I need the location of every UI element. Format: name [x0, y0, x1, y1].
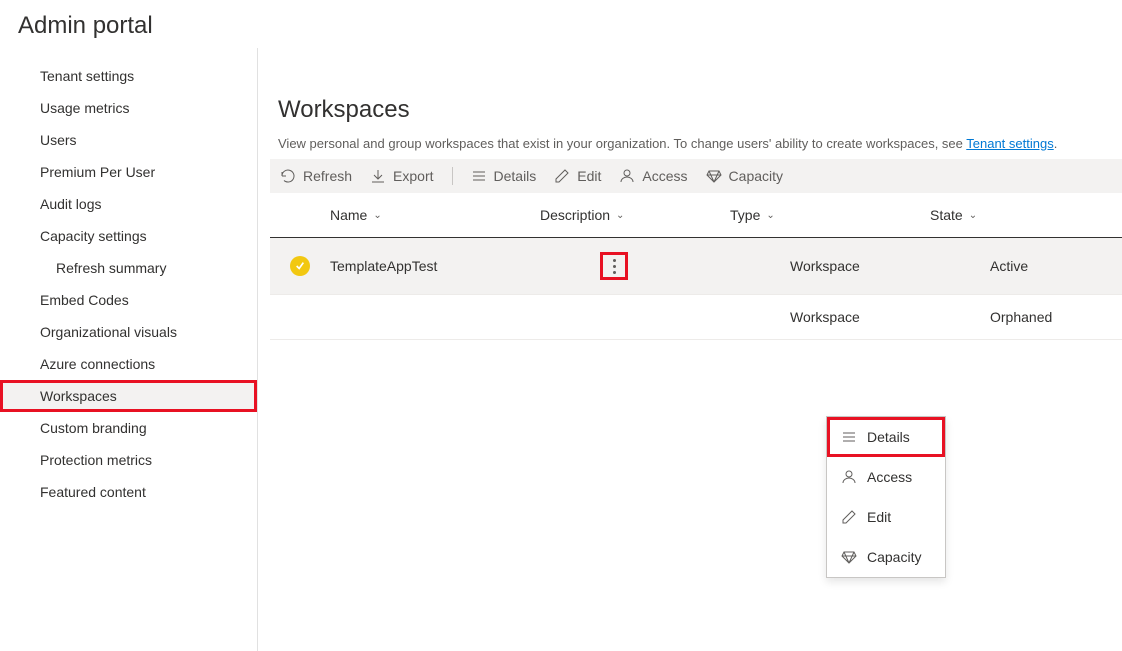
sidebar-item-protection-metrics[interactable]: Protection metrics — [0, 444, 257, 476]
person-icon — [619, 168, 635, 184]
column-name-label: Name — [330, 207, 367, 223]
column-name[interactable]: Name ⌄ — [270, 207, 540, 223]
column-state-label: State — [930, 207, 963, 223]
person-icon — [841, 469, 857, 485]
chevron-down-icon: ⌄ — [766, 210, 774, 221]
menu-capacity-label: Capacity — [867, 549, 921, 565]
page-title: Admin portal — [18, 12, 1104, 40]
menu-item-access[interactable]: Access — [827, 457, 945, 497]
column-type-label: Type — [730, 207, 760, 223]
sidebar-item-workspaces[interactable]: Workspaces — [0, 380, 257, 412]
chevron-down-icon: ⌄ — [969, 210, 977, 221]
sidebar-item-azure-connections[interactable]: Azure connections — [0, 348, 257, 380]
sidebar-item-users[interactable]: Users — [0, 124, 257, 156]
capacity-button[interactable]: Capacity — [706, 168, 783, 184]
sidebar-item-tenant-settings[interactable]: Tenant settings — [0, 60, 257, 92]
list-icon — [471, 168, 487, 184]
diamond-icon — [841, 549, 857, 565]
column-description-label: Description — [540, 207, 610, 223]
pencil-icon — [554, 168, 570, 184]
workspaces-table: Name ⌄ Description ⌄ Type ⌄ State ⌄ — [270, 193, 1122, 340]
admin-sidebar: Tenant settings Usage metrics Users Prem… — [0, 48, 258, 651]
main-subtitle: View personal and group workspaces that … — [270, 136, 1122, 151]
sidebar-item-refresh-summary[interactable]: Refresh summary — [0, 252, 257, 284]
access-button[interactable]: Access — [619, 168, 687, 184]
cell-state: Orphaned — [990, 309, 1110, 325]
download-icon — [370, 168, 386, 184]
workspace-icon — [290, 256, 310, 276]
column-state[interactable]: State ⌄ — [930, 207, 1050, 223]
table-row[interactable]: Workspace Orphaned — [270, 295, 1122, 340]
access-label: Access — [642, 168, 687, 184]
menu-item-details[interactable]: Details — [827, 417, 945, 457]
chevron-down-icon: ⌄ — [373, 210, 381, 221]
pencil-icon — [841, 509, 857, 525]
tenant-settings-link[interactable]: Tenant settings — [966, 136, 1053, 151]
chevron-down-icon: ⌄ — [616, 210, 624, 221]
edit-label: Edit — [577, 168, 601, 184]
refresh-button[interactable]: Refresh — [280, 168, 352, 184]
list-icon — [841, 429, 857, 445]
export-button[interactable]: Export — [370, 168, 433, 184]
cell-type: Workspace — [790, 309, 990, 325]
capacity-label: Capacity — [729, 168, 783, 184]
cell-type: Workspace — [790, 258, 990, 274]
main-title: Workspaces — [270, 96, 1122, 124]
diamond-icon — [706, 168, 722, 184]
cell-state: Active — [990, 258, 1110, 274]
sidebar-item-premium-per-user[interactable]: Premium Per User — [0, 156, 257, 188]
context-menu: Details Access Edit Capacity — [826, 416, 946, 578]
toolbar: Refresh Export Details Edit Access — [270, 159, 1122, 193]
toolbar-separator — [452, 167, 453, 185]
more-options-button[interactable] — [600, 252, 628, 280]
sidebar-item-capacity-settings[interactable]: Capacity settings — [0, 220, 257, 252]
table-header: Name ⌄ Description ⌄ Type ⌄ State ⌄ — [270, 193, 1122, 238]
column-description[interactable]: Description ⌄ — [540, 207, 730, 223]
details-label: Details — [494, 168, 537, 184]
sidebar-item-audit-logs[interactable]: Audit logs — [0, 188, 257, 220]
sidebar-item-usage-metrics[interactable]: Usage metrics — [0, 92, 257, 124]
table-row[interactable]: TemplateAppTest Workspace Active — [270, 238, 1122, 295]
cell-name: TemplateAppTest — [330, 258, 600, 274]
edit-button[interactable]: Edit — [554, 168, 601, 184]
menu-details-label: Details — [867, 429, 910, 445]
sidebar-item-embed-codes[interactable]: Embed Codes — [0, 284, 257, 316]
refresh-icon — [280, 168, 296, 184]
menu-item-capacity[interactable]: Capacity — [827, 537, 945, 577]
menu-access-label: Access — [867, 469, 912, 485]
export-label: Export — [393, 168, 433, 184]
sidebar-item-featured-content[interactable]: Featured content — [0, 476, 257, 508]
refresh-label: Refresh — [303, 168, 352, 184]
menu-edit-label: Edit — [867, 509, 891, 525]
details-button[interactable]: Details — [471, 168, 537, 184]
menu-item-edit[interactable]: Edit — [827, 497, 945, 537]
sidebar-item-custom-branding[interactable]: Custom branding — [0, 412, 257, 444]
column-type[interactable]: Type ⌄ — [730, 207, 930, 223]
subtitle-post: . — [1054, 136, 1058, 151]
more-vertical-icon — [613, 259, 616, 274]
sidebar-item-organizational-visuals[interactable]: Organizational visuals — [0, 316, 257, 348]
subtitle-text: View personal and group workspaces that … — [278, 136, 966, 151]
